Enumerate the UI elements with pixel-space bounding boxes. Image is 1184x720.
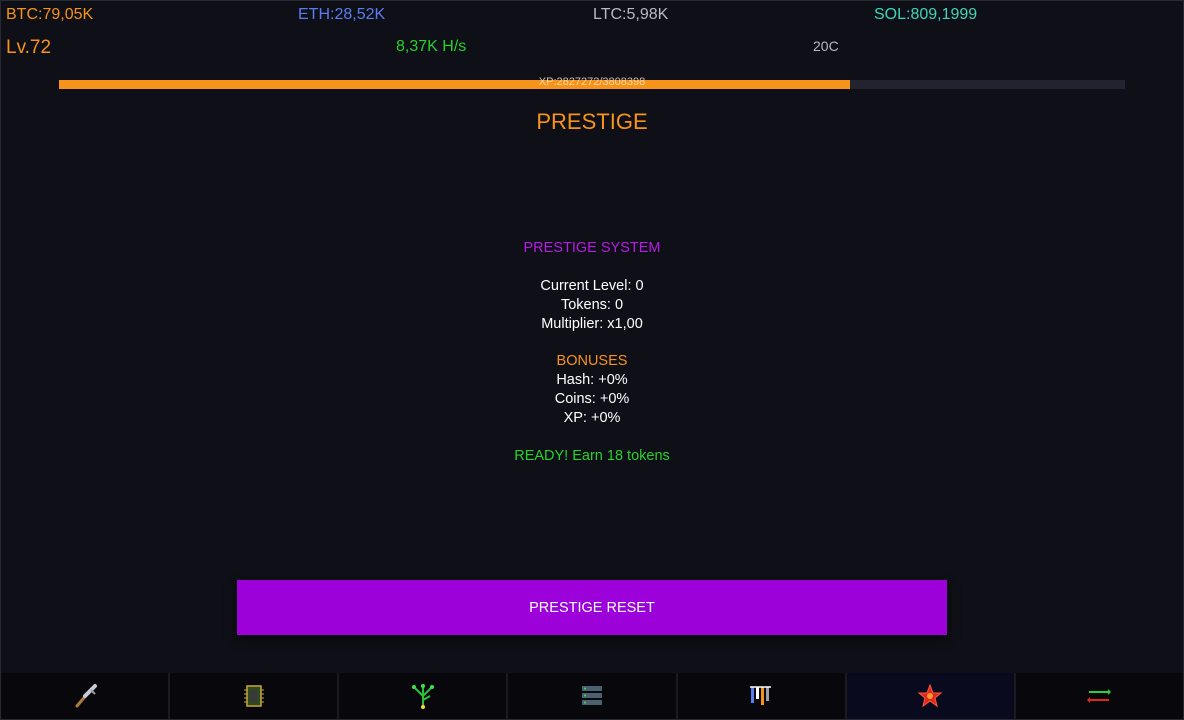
server-icon [581, 686, 602, 705]
prestige-reset-button[interactable]: PRESTIGE RESET [237, 580, 947, 635]
prestige-system-heading: PRESTIGE SYSTEM [523, 240, 661, 256]
tokens-text: Tokens: 0 [560, 297, 624, 313]
pickaxe-icon [75, 684, 97, 708]
hashrate: 8,37K H/s [396, 38, 467, 55]
chip-icon [243, 685, 264, 707]
bonuses-heading: BONUSES [556, 353, 628, 369]
multiplier-text: Multiplier: x1,00 [541, 316, 643, 332]
sol-balance: SOL:809,1999 [874, 6, 978, 23]
nav-tab-exchange[interactable] [1015, 673, 1183, 719]
ltc-balance: LTC:5,98K [593, 6, 669, 23]
player-level: Lv.72 [6, 37, 52, 58]
btc-balance: BTC:79,05K [6, 6, 94, 23]
nav-tab-skills[interactable] [339, 673, 509, 719]
nav-tab-mine[interactable] [1, 673, 171, 719]
bonus-coins-text: Coins: +0% [554, 391, 630, 407]
eth-balance: ETH:28,52K [298, 6, 386, 23]
stats-icon [750, 686, 772, 705]
page-title: PRESTIGE [536, 109, 648, 134]
nav-tab-servers[interactable] [508, 673, 678, 719]
prestige-ready-text: READY! Earn 18 tokens [514, 448, 670, 464]
prestige-star-icon [917, 683, 943, 708]
bonus-xp-text: XP: +0% [563, 410, 621, 426]
bonus-hash-text: Hash: +0% [556, 372, 628, 388]
nav-tab-stats[interactable] [677, 673, 847, 719]
temperature: 20C [813, 38, 839, 54]
current-level-text: Current Level: 0 [540, 278, 644, 294]
bottom-nav [1, 673, 1183, 719]
xp-label: XP:2827272/3808398 [538, 76, 646, 88]
nav-tab-prestige[interactable] [846, 673, 1016, 719]
exchange-icon [1087, 689, 1112, 703]
tree-icon [411, 684, 434, 709]
nav-tab-hardware[interactable] [170, 673, 340, 719]
